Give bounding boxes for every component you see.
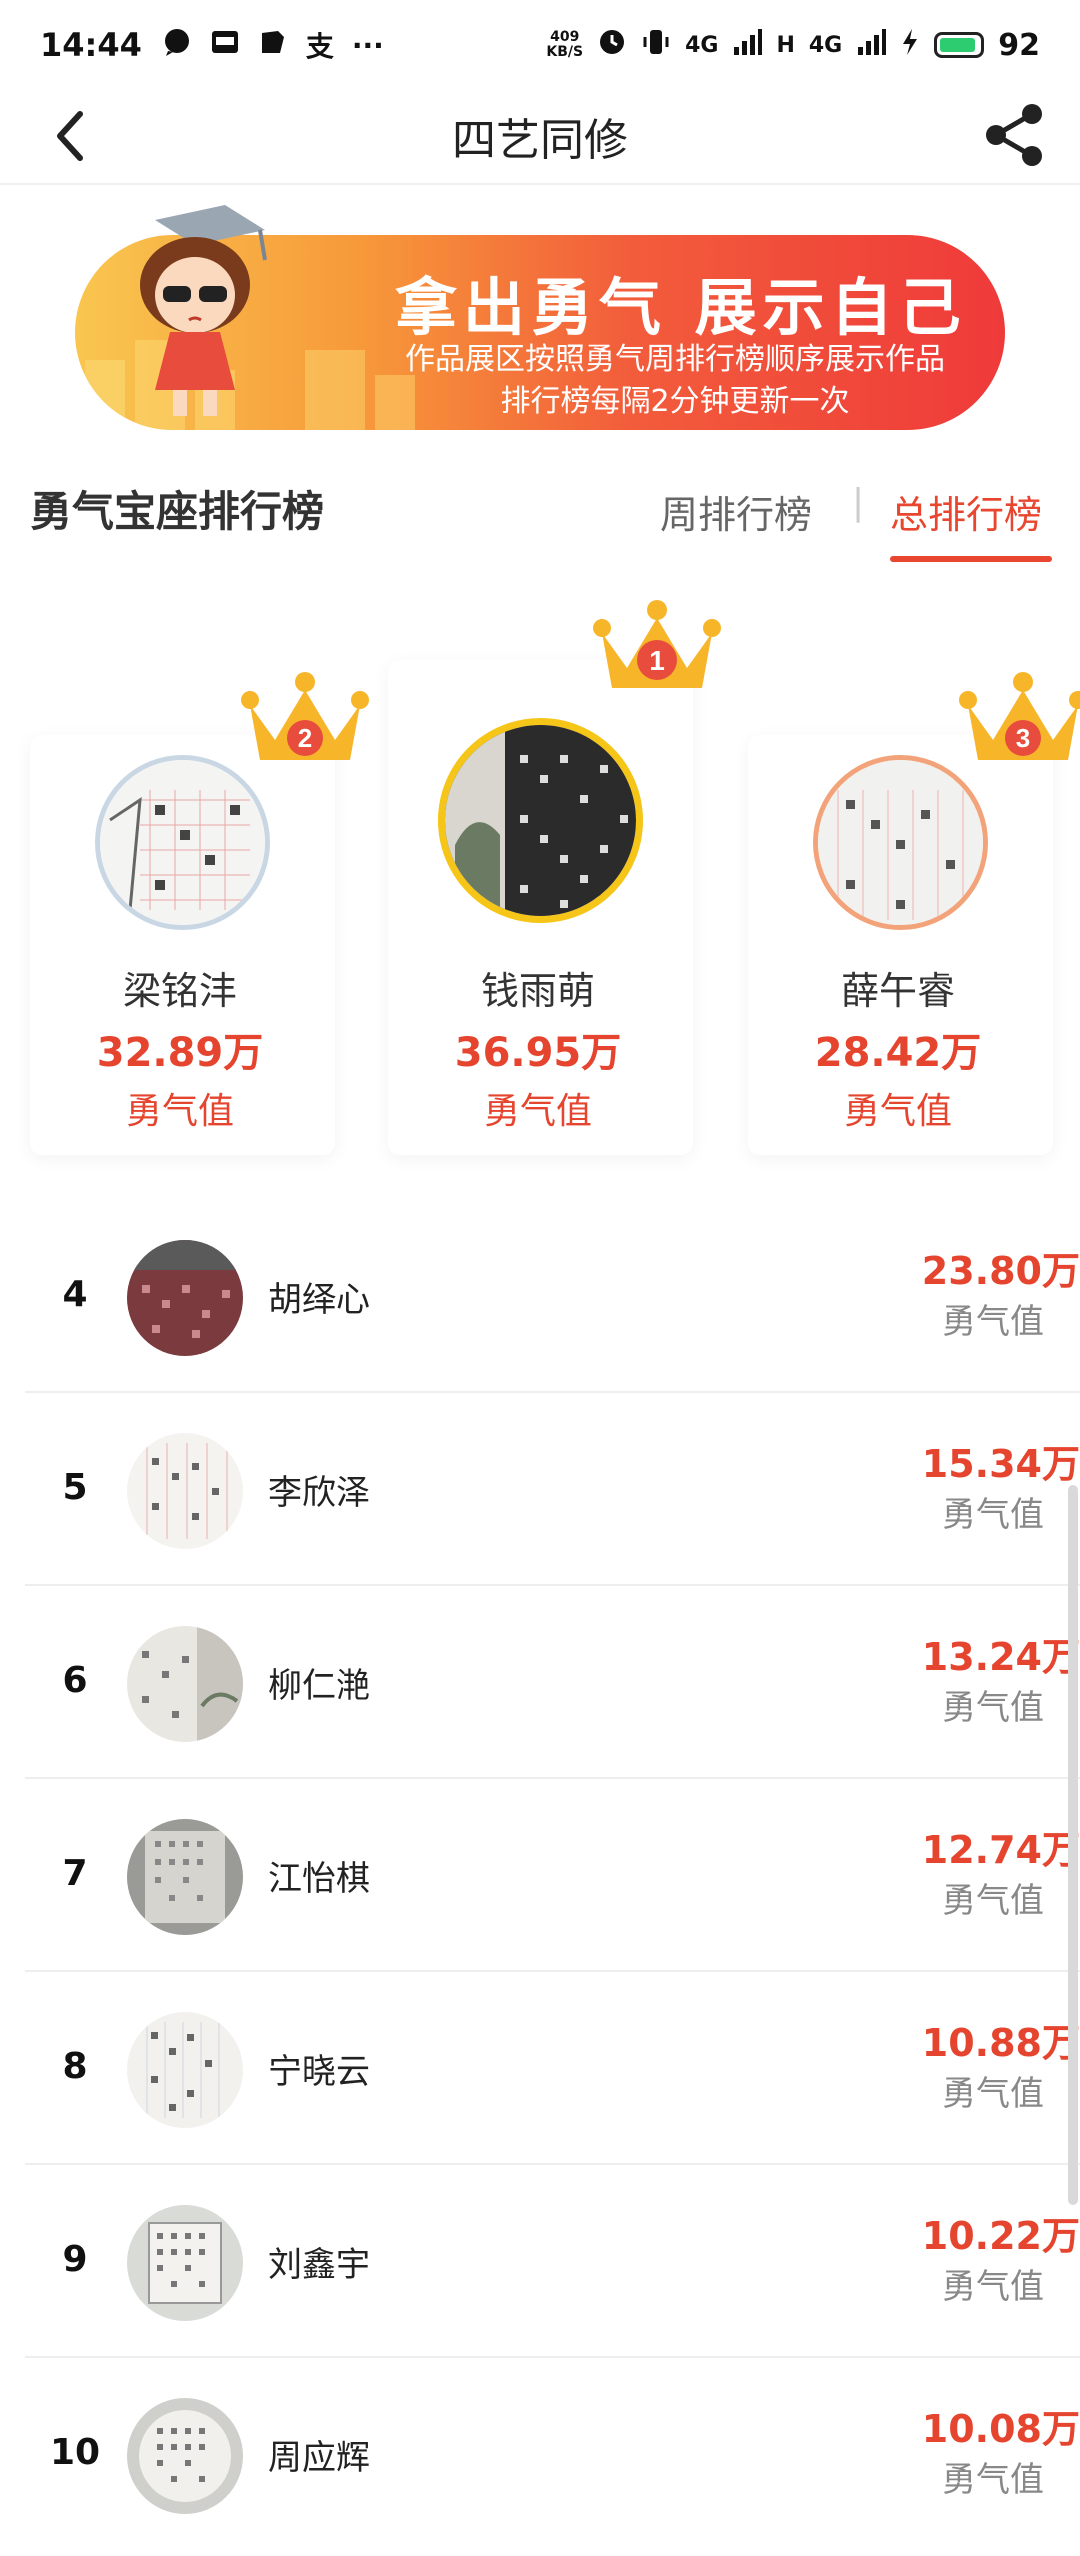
banner-subtitle: 作品展区按照勇气周排行榜顺序展示作品 排行榜每隔2分钟更新一次 (365, 339, 985, 423)
podium-name-rank-2: 梁铭沣 (122, 969, 237, 1013)
courage-score: 15.34万 (921, 1442, 1080, 1486)
ranking-row-8[interactable]: 8 宁晓云 10.88万 勇气值 (25, 1972, 1080, 2165)
banner-line-2: 排行榜每隔2分钟更新一次 (500, 384, 850, 419)
rank-number: 7 (62, 1853, 88, 1894)
notes-icon (258, 27, 288, 64)
alarm-icon (597, 27, 627, 64)
student-name: 宁晓云 (268, 2052, 370, 2092)
net-speed: 409 KB/S (546, 30, 583, 60)
active-tab-indicator (890, 556, 1052, 562)
podium-score-rank-2: 32.89万 (96, 1030, 264, 1076)
student-name: 刘鑫宇 (268, 2245, 370, 2285)
status-notifications: 支 ··· (162, 25, 384, 65)
podium-label-rank-3: 勇气值 (843, 1091, 952, 1132)
podium-avatar-rank-1[interactable] (438, 718, 643, 923)
ranking-row-4[interactable]: 4 胡绎心 23.80万 勇气值 (25, 1200, 1080, 1393)
student-name: 柳仁滟 (268, 1666, 370, 1706)
podium-name-rank-3: 薛午睿 (840, 969, 955, 1013)
crown-rank-number: 3 (1016, 723, 1030, 753)
more-icon: ··· (351, 28, 384, 62)
rank-number: 4 (62, 1274, 88, 1315)
work-thumbnail[interactable] (127, 1819, 243, 1935)
charging-icon (900, 27, 920, 64)
tab-total-ranking[interactable]: 总排行榜 (890, 484, 1042, 539)
status-system: 409 KB/S 4G H 4G 92 (546, 27, 1040, 64)
crown-rank-number: 2 (298, 723, 312, 753)
courage-label: 勇气值 (942, 1688, 1044, 1728)
hd-badge: H (776, 32, 795, 58)
ranking-row-5[interactable]: 5 李欣泽 15.34万 勇气值 (25, 1393, 1080, 1586)
net-speed-unit: KB/S (546, 44, 584, 60)
crown-icon-rank-2: 2 (241, 672, 369, 760)
mascot-girl-illustration (140, 205, 267, 416)
rank-number: 6 (62, 1660, 88, 1701)
work-thumbnail[interactable] (127, 2398, 243, 2514)
courage-score: 23.80万 (921, 1249, 1080, 1293)
podium-score-rank-1: 36.95万 (454, 1030, 622, 1076)
crown-icon-rank-3: 3 (959, 672, 1080, 760)
courage-score: 12.74万 (921, 1828, 1080, 1872)
courage-label: 勇气值 (942, 1302, 1044, 1342)
battery-icon (934, 32, 985, 58)
podium-avatar-rank-3[interactable] (813, 755, 988, 930)
net-speed-value: 409 (550, 29, 580, 45)
alipay-icon: 支 (305, 30, 334, 63)
share-icon (986, 104, 1042, 166)
courage-label: 勇气值 (942, 1881, 1044, 1921)
nav-bar: 四艺同修 (0, 90, 1080, 185)
podium-label-rank-2: 勇气值 (125, 1091, 234, 1132)
courage-label: 勇气值 (942, 1495, 1044, 1535)
courage-label: 勇气值 (942, 2074, 1044, 2114)
courage-score: 10.08万 (921, 2407, 1080, 2451)
rank-number: 8 (62, 2046, 88, 2087)
page-title: 四艺同修 (452, 115, 628, 166)
student-name: 李欣泽 (268, 1473, 370, 1513)
banner-line-1: 作品展区按照勇气周排行榜顺序展示作品 (405, 342, 945, 377)
podium-avatar-rank-2[interactable] (95, 755, 270, 930)
status-time: 14:44 (40, 26, 142, 64)
crown-rank-number: 1 (649, 645, 665, 676)
podium-label-rank-1: 勇气值 (483, 1091, 592, 1132)
work-thumbnail[interactable] (127, 1240, 243, 1356)
student-name: 周应辉 (268, 2438, 370, 2478)
scrollbar[interactable] (1068, 1485, 1078, 2205)
signal-label-2: 4G (808, 32, 843, 58)
work-thumbnail[interactable] (127, 1433, 243, 1549)
chat-bubble-icon (162, 27, 192, 64)
signal-icon (732, 27, 763, 64)
crown-icon-rank-1: 1 (593, 600, 721, 688)
rank-number: 10 (49, 2432, 101, 2473)
rank-number: 5 (62, 1467, 88, 1508)
student-name: 江怡棋 (268, 1859, 370, 1899)
tab-weekly-ranking[interactable]: 周排行榜 (660, 484, 812, 539)
ranking-row-7[interactable]: 7 江怡棋 12.74万 勇气值 (25, 1779, 1080, 1972)
work-thumbnail[interactable] (127, 2205, 243, 2321)
section-title: 勇气宝座排行榜 (30, 487, 325, 536)
podium-score-rank-3: 28.42万 (814, 1030, 982, 1076)
signal-label-1: 4G (685, 32, 719, 58)
ranking-row-6[interactable]: 6 柳仁滟 13.24万 勇气值 (25, 1586, 1080, 1779)
work-thumbnail[interactable] (127, 1626, 243, 1742)
courage-label: 勇气值 (942, 2267, 1044, 2307)
ranking-row-10[interactable]: 10 周应辉 10.08万 勇气值 (25, 2358, 1080, 2551)
battery-level: 92 (998, 27, 1040, 63)
student-name: 胡绎心 (268, 1280, 370, 1320)
vibrate-icon (641, 27, 671, 64)
work-thumbnail[interactable] (127, 2012, 243, 2128)
app-icon (210, 27, 240, 64)
courage-label: 勇气值 (942, 2460, 1044, 2500)
podium-name-rank-1: 钱雨萌 (480, 969, 595, 1013)
banner-title: 拿出勇气 展示自己 (395, 271, 967, 344)
share-button[interactable] (980, 100, 1050, 170)
courage-score: 10.88万 (921, 2021, 1080, 2065)
status-bar: 14:44 支 ··· 409 KB/S 4G H 4G 92 (0, 0, 1080, 90)
ranking-row-9[interactable]: 9 刘鑫宇 10.22万 勇气值 (25, 2165, 1080, 2358)
courage-score: 13.24万 (921, 1635, 1080, 1679)
tab-separator: | (852, 482, 865, 523)
signal-icon-2 (856, 27, 887, 64)
rank-number: 9 (62, 2239, 88, 2280)
courage-score: 10.22万 (921, 2214, 1080, 2258)
